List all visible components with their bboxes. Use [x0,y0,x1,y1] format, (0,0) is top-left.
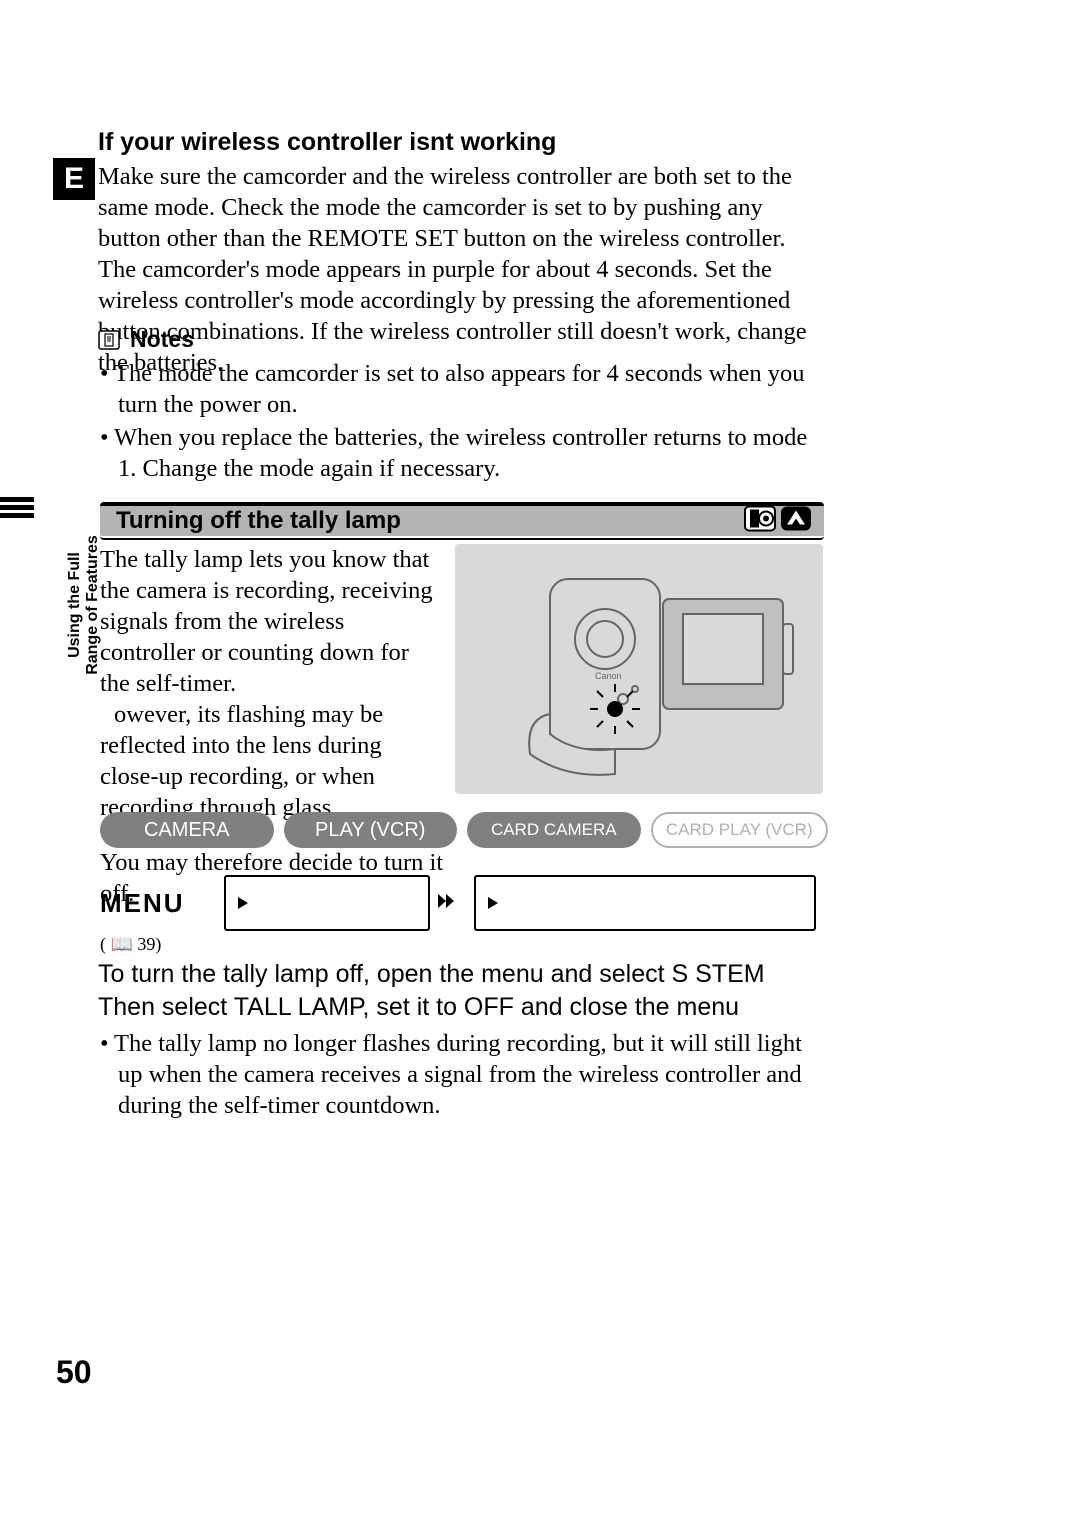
section-title-bar: Turning off the tally lamp [100,502,824,540]
mode-card-camera: CARD CAMERA [467,812,641,848]
menu-page-ref: ( 📖 39) [100,934,161,955]
section-marker-stripes [0,497,34,521]
instruction-bullet-0: The tally lamp no longer flashes during … [114,1030,802,1119]
page-number: 50 [56,1354,92,1391]
side-tab-line1: Using the Full [66,530,84,680]
mode-card-play-vcr: CARD PLAY (VCR) [651,812,829,848]
manual-page: E If your wireless controller isnt worki… [0,0,1080,1535]
notes-label: Notes [130,326,194,352]
menu-path-box-1 [224,875,430,931]
note-text-0: The mode the camcorder is set to also ap… [114,360,805,418]
language-badge: E [53,158,95,200]
mode-pill-row: CAMERA PLAY (VCR) CARD CAMERA CARD PLAY … [100,812,828,848]
triangle-right-icon [238,893,248,914]
camcorder-illustration: Canon [455,544,823,794]
menu-label: MENU [100,888,200,919]
list-item: •The mode the camcorder is set to also a… [118,358,826,420]
double-triangle-right-icon [438,894,456,913]
menu-navigation-row: MENU ( 📖 39) [100,872,828,934]
notes-icon [98,330,120,355]
tally-para-1: The tally lamp lets you know that the ca… [100,544,444,823]
triangle-right-icon [488,893,498,914]
media-icons [744,506,814,537]
mode-camera: CAMERA [100,812,274,848]
svg-text:Canon: Canon [595,671,622,681]
section-title-tally: Turning off the tally lamp [100,507,401,535]
section-heading-wireless: If your wireless controller isnt working [98,128,826,157]
instruction-text: To turn the tally lamp off, open the men… [98,958,826,1024]
instruction-bullets: •The tally lamp no longer flashes during… [98,1028,826,1121]
note-text-1: When you replace the batteries, the wire… [114,424,807,482]
notes-list: •The mode the camcorder is set to also a… [98,358,826,486]
list-item: •When you replace the batteries, the wir… [118,422,826,484]
mode-play-vcr: PLAY (VCR) [284,812,458,848]
menu-path-box-2 [474,875,816,931]
list-item: •The tally lamp no longer flashes during… [118,1028,826,1121]
